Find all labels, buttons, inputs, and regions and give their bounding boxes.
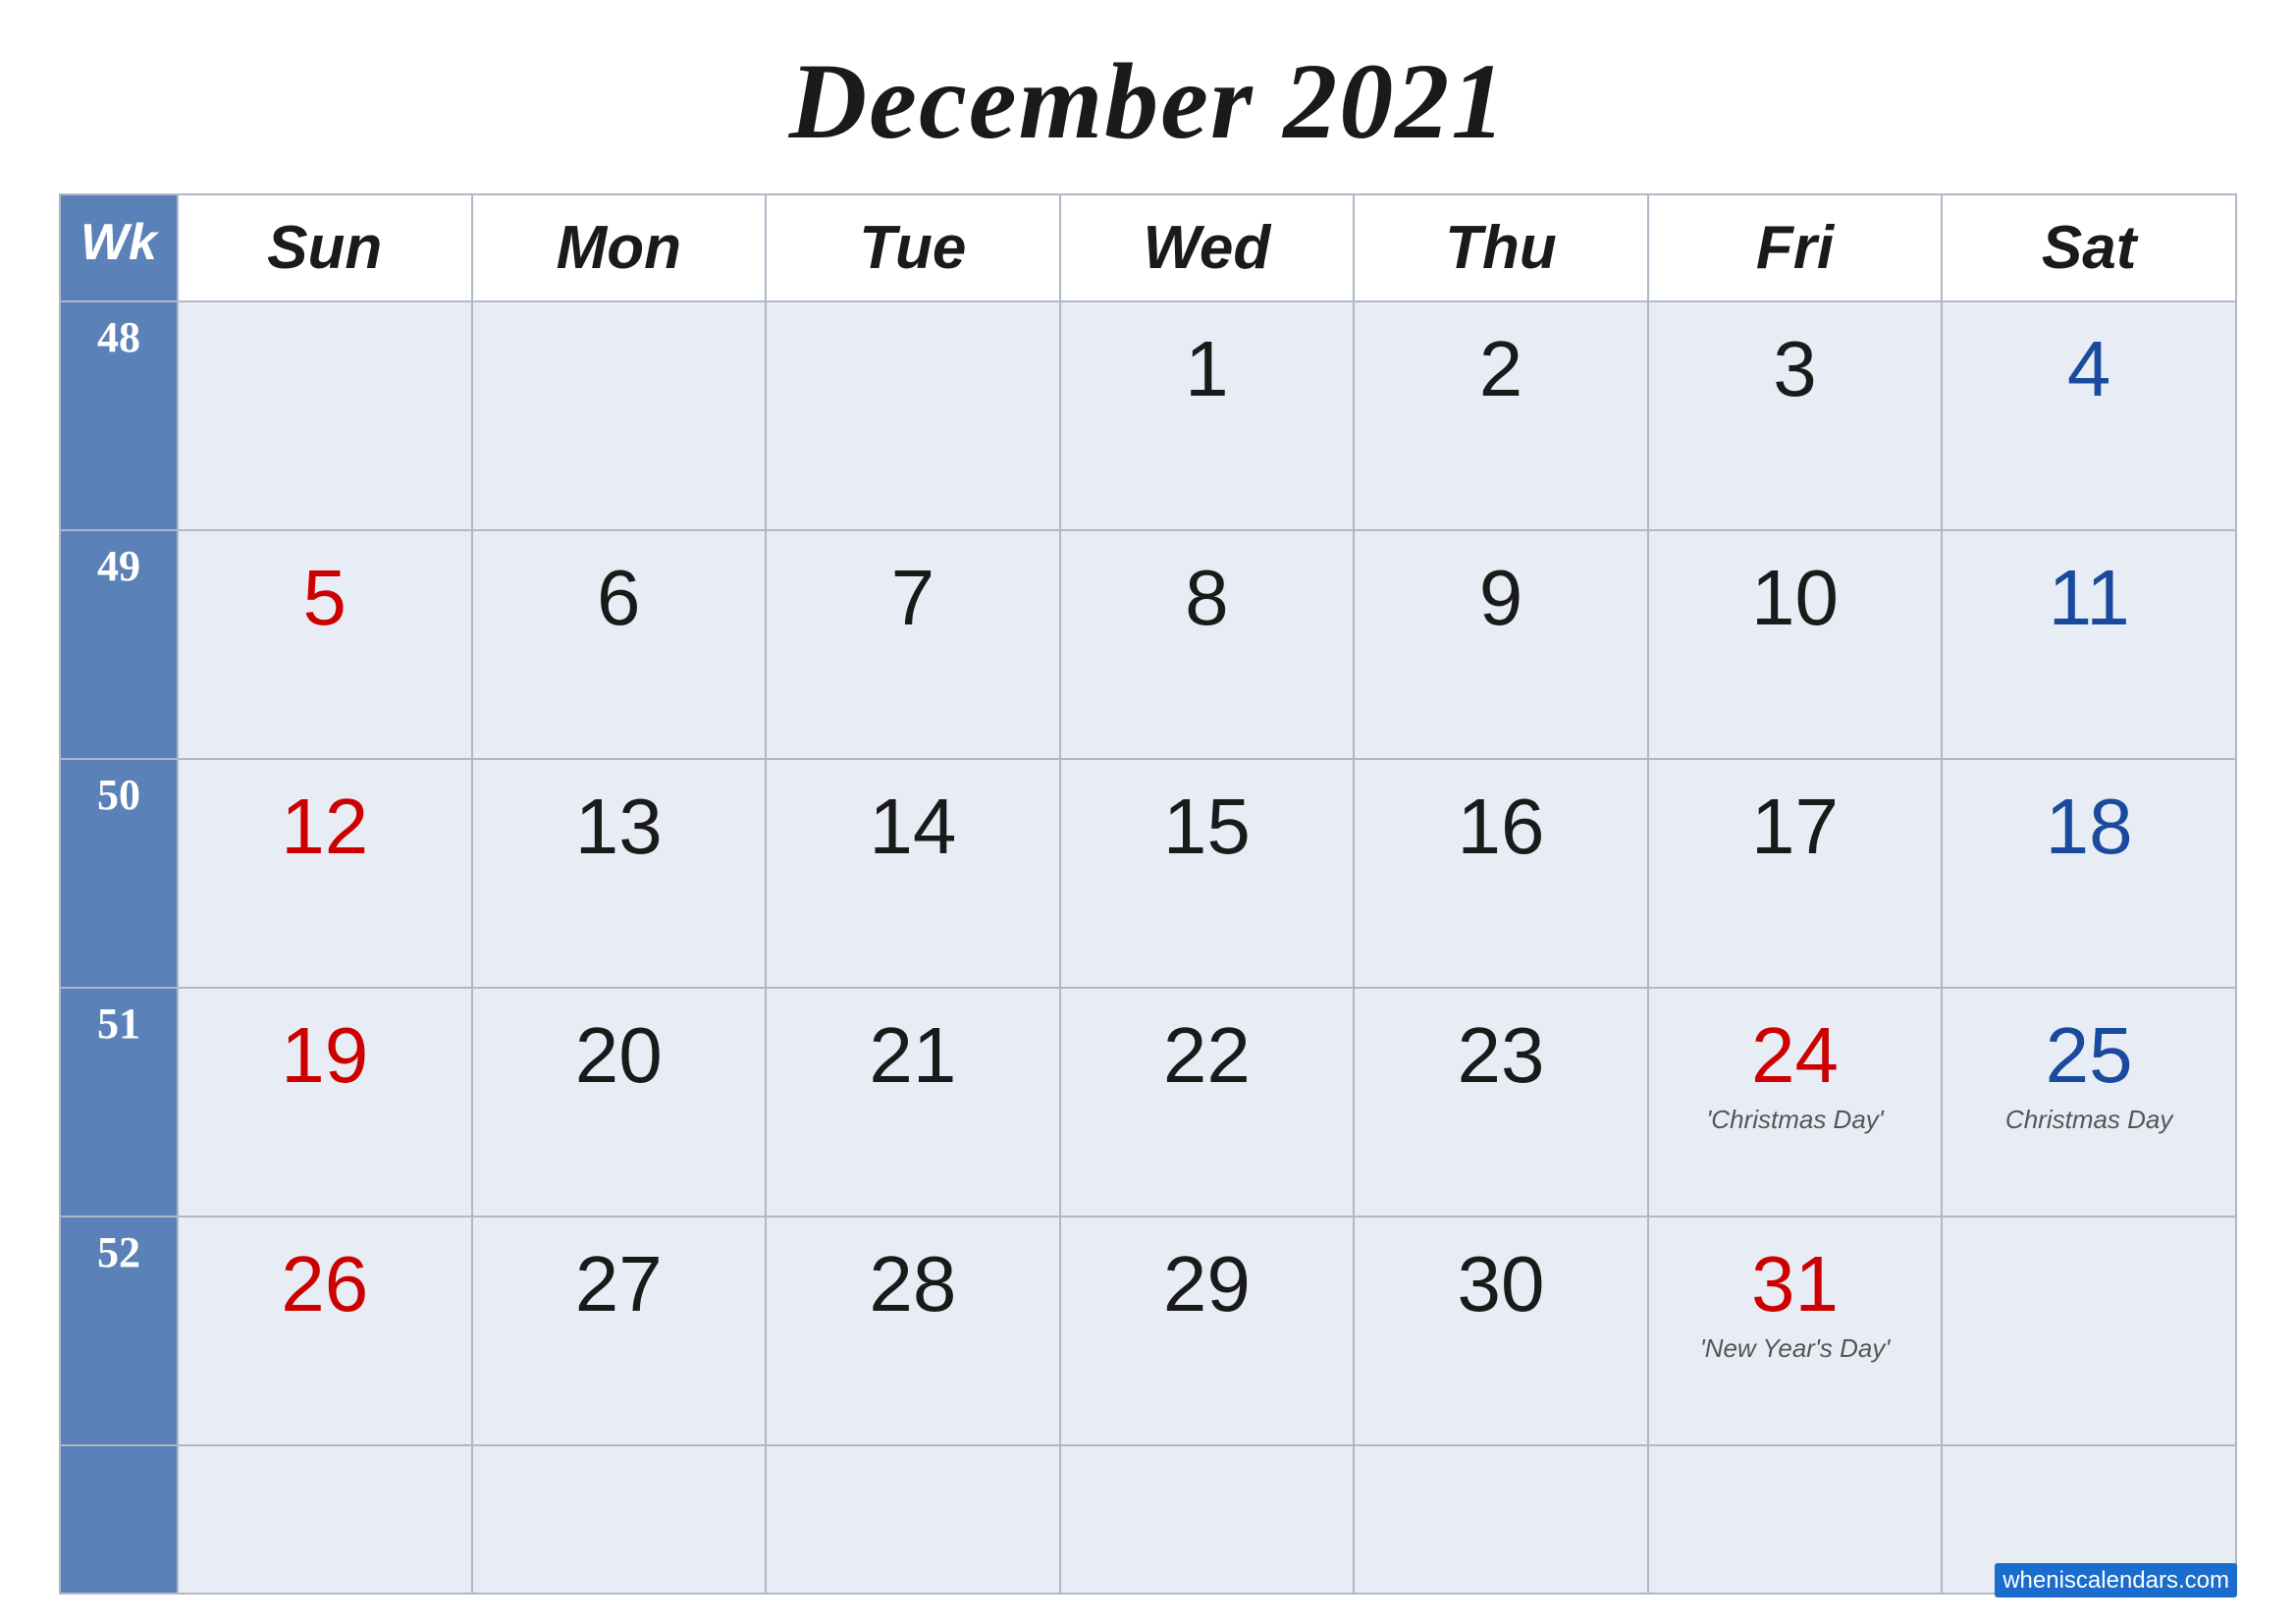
- day-number: 7: [781, 553, 1044, 643]
- day-cell: [1942, 1217, 2236, 1445]
- day-cell: 28: [766, 1217, 1060, 1445]
- week-row: 5226 27 28 29 30 31 'New Year's Day': [60, 1217, 2236, 1445]
- day-number: 1: [1076, 324, 1339, 414]
- day-number: 31: [1664, 1239, 1927, 1329]
- day-cell: 24 'Christmas Day': [1648, 988, 1943, 1217]
- day-number: 11: [1957, 553, 2220, 643]
- day-cell: 29: [1060, 1217, 1355, 1445]
- week-number: 50: [60, 759, 178, 988]
- sun-header: Sun: [178, 194, 472, 301]
- wed-header: Wed: [1060, 194, 1355, 301]
- day-number: 29: [1076, 1239, 1339, 1329]
- day-cell: 26: [178, 1217, 472, 1445]
- day-number: 12: [193, 782, 456, 872]
- day-cell: 27: [472, 1217, 767, 1445]
- day-number: 3: [1664, 324, 1927, 414]
- day-cell: 25 Christmas Day: [1942, 988, 2236, 1217]
- day-number: 8: [1076, 553, 1339, 643]
- day-number: 20: [488, 1010, 751, 1101]
- day-number: 14: [781, 782, 1044, 872]
- day-cell: 22: [1060, 988, 1355, 1217]
- wk-header: Wk: [60, 194, 178, 301]
- day-number: 6: [488, 553, 751, 643]
- page-title: December 2021: [789, 39, 1508, 164]
- day-cell: [1354, 1445, 1648, 1594]
- day-number: 5: [193, 553, 456, 643]
- holiday-label: 'New Year's Day': [1664, 1333, 1927, 1364]
- day-cell: [472, 1445, 767, 1594]
- day-cell: 9: [1354, 530, 1648, 759]
- week-number: [60, 1445, 178, 1594]
- day-cell: 14: [766, 759, 1060, 988]
- day-cell: [472, 301, 767, 530]
- sat-header: Sat: [1942, 194, 2236, 301]
- week-number: 51: [60, 988, 178, 1217]
- day-cell: [1060, 1445, 1355, 1594]
- week-number: 52: [60, 1217, 178, 1445]
- day-number: 18: [1957, 782, 2220, 872]
- day-cell: 23: [1354, 988, 1648, 1217]
- day-number: 28: [781, 1239, 1044, 1329]
- day-cell: 21: [766, 988, 1060, 1217]
- holiday-label: 'Christmas Day': [1664, 1105, 1927, 1135]
- mon-header: Mon: [472, 194, 767, 301]
- day-cell: 17: [1648, 759, 1943, 988]
- day-cell: 5: [178, 530, 472, 759]
- header-row: Wk Sun Mon Tue Wed Thu Fri Sat: [60, 194, 2236, 301]
- day-cell: [766, 301, 1060, 530]
- day-number: 15: [1076, 782, 1339, 872]
- day-cell: 8: [1060, 530, 1355, 759]
- day-number: 4: [1957, 324, 2220, 414]
- day-number: 16: [1369, 782, 1632, 872]
- day-cell: [178, 1445, 472, 1594]
- fri-header: Fri: [1648, 194, 1943, 301]
- week-number: 48: [60, 301, 178, 530]
- day-cell: 20: [472, 988, 767, 1217]
- day-number: 21: [781, 1010, 1044, 1101]
- day-number: 2: [1369, 324, 1632, 414]
- day-cell: 3: [1648, 301, 1943, 530]
- day-number: 25: [1957, 1010, 2220, 1101]
- day-cell: [1648, 1445, 1943, 1594]
- day-cell: 10: [1648, 530, 1943, 759]
- day-number: 23: [1369, 1010, 1632, 1101]
- day-number: 13: [488, 782, 751, 872]
- day-number: 27: [488, 1239, 751, 1329]
- day-number: 24: [1664, 1010, 1927, 1101]
- day-cell: 15: [1060, 759, 1355, 988]
- day-cell: 1: [1060, 301, 1355, 530]
- week-row: 5012 13 14 15 16 17 18: [60, 759, 2236, 988]
- day-number: 22: [1076, 1010, 1339, 1101]
- day-cell: 7: [766, 530, 1060, 759]
- day-cell: [178, 301, 472, 530]
- day-cell: 16: [1354, 759, 1648, 988]
- watermark: wheniscalendars.com: [1995, 1564, 2237, 1595]
- calendar-table: Wk Sun Mon Tue Wed Thu Fri Sat 481234495…: [59, 193, 2237, 1595]
- day-cell: 12: [178, 759, 472, 988]
- day-number: 26: [193, 1239, 456, 1329]
- week-row: 5119 20 21 22 23 24 'Christmas Day' 25 Christmas…: [60, 988, 2236, 1217]
- holiday-label: Christmas Day: [1957, 1105, 2220, 1135]
- day-cell: 4: [1942, 301, 2236, 530]
- tue-header: Tue: [766, 194, 1060, 301]
- day-cell: 18: [1942, 759, 2236, 988]
- day-cell: 19: [178, 988, 472, 1217]
- day-number: 9: [1369, 553, 1632, 643]
- day-cell: 11: [1942, 530, 2236, 759]
- day-cell: 31 'New Year's Day': [1648, 1217, 1943, 1445]
- day-cell: [766, 1445, 1060, 1594]
- day-number: 10: [1664, 553, 1927, 643]
- day-cell: 6: [472, 530, 767, 759]
- week-row: 48 1234: [60, 301, 2236, 530]
- week-row: [60, 1445, 2236, 1594]
- week-number: 49: [60, 530, 178, 759]
- day-cell: 2: [1354, 301, 1648, 530]
- day-number: 30: [1369, 1239, 1632, 1329]
- week-row: 4956789 10 11: [60, 530, 2236, 759]
- day-number: 17: [1664, 782, 1927, 872]
- day-cell: 13: [472, 759, 767, 988]
- day-cell: 30: [1354, 1217, 1648, 1445]
- day-number: 19: [193, 1010, 456, 1101]
- thu-header: Thu: [1354, 194, 1648, 301]
